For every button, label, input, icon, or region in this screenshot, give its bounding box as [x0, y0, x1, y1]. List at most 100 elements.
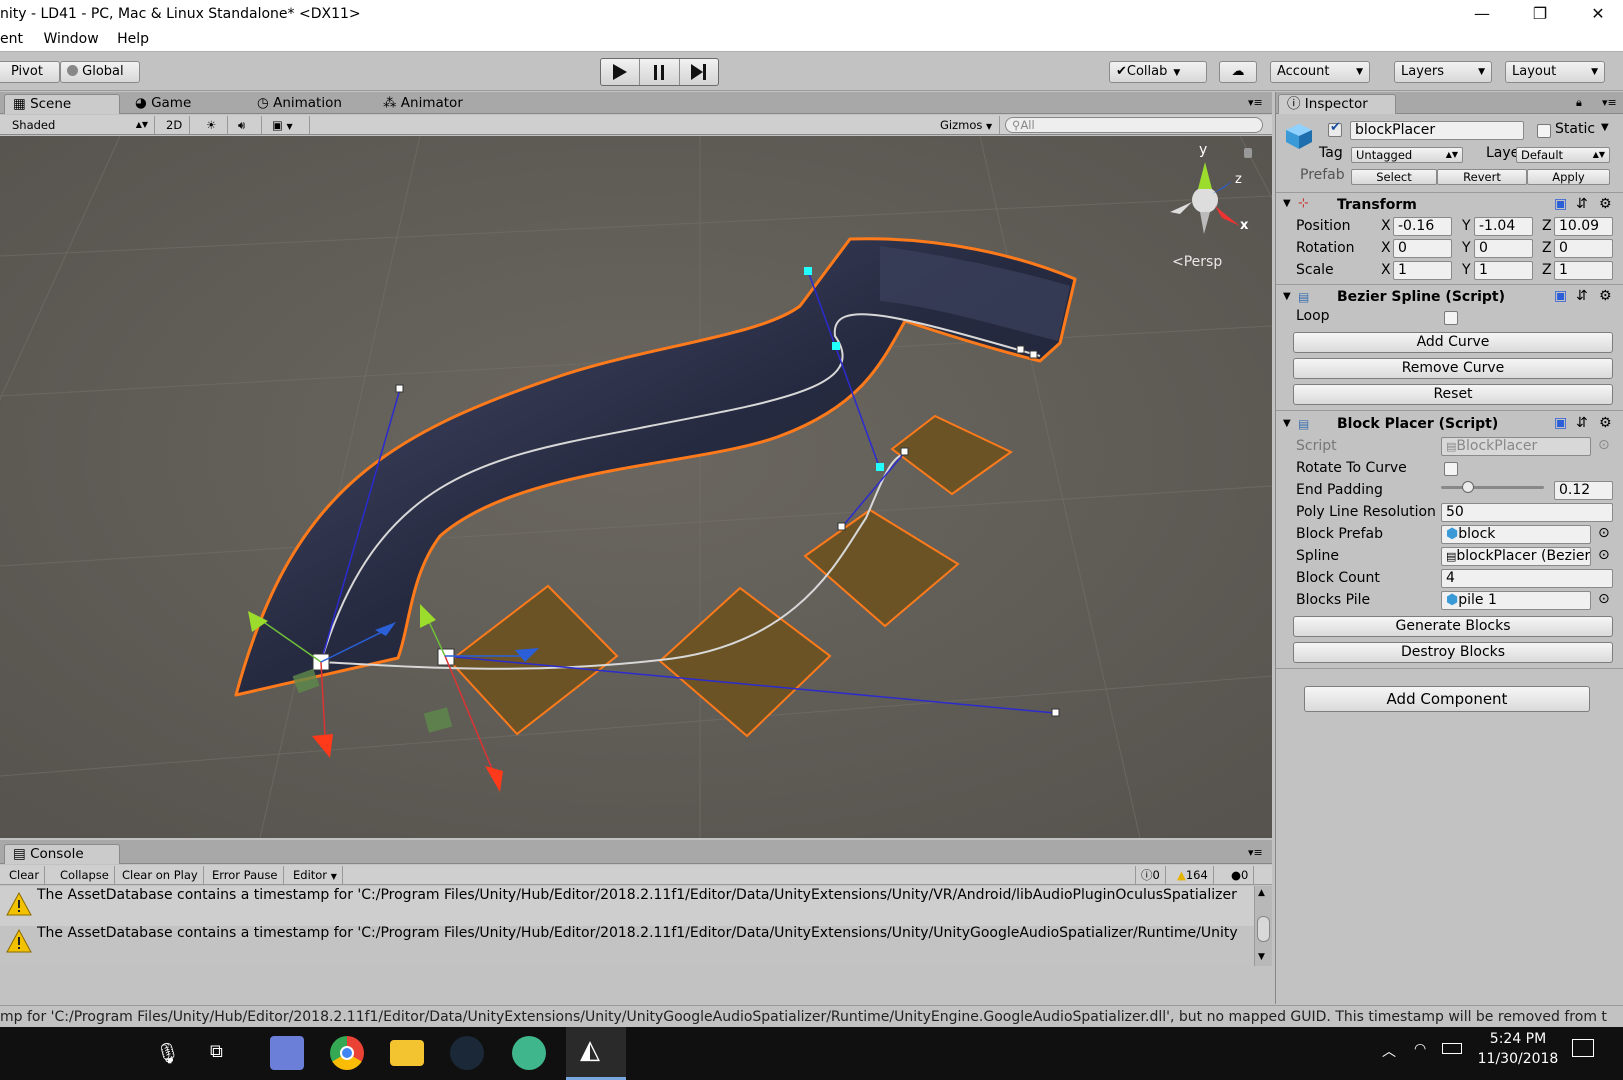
block-prefab-field[interactable]: ⬢block [1441, 525, 1591, 544]
help-icon[interactable]: ▣ [1554, 415, 1567, 431]
status-bar[interactable]: mp for 'C:/Program Files/Unity/Hub/Edito… [0, 1005, 1623, 1027]
lock-icon[interactable]: 🔒︎ [1576, 96, 1582, 110]
preset-icon[interactable]: ⇵ [1576, 196, 1588, 212]
console-scrollbar[interactable]: ▲ ▼ [1254, 886, 1272, 966]
gear-icon[interactable]: ⚙ [1599, 415, 1612, 431]
help-icon[interactable]: ▣ [1554, 196, 1567, 212]
atom-icon[interactable] [512, 1036, 546, 1070]
lock-icon[interactable] [1244, 148, 1252, 158]
static-dropdown-icon[interactable]: ▼ [1601, 122, 1609, 133]
lighting-toggle[interactable]: ☀ [200, 116, 228, 134]
clear-button[interactable]: Clear [4, 866, 46, 884]
tab-game[interactable]: ◕ Game [127, 94, 237, 114]
rotation-y-field[interactable]: 0 [1474, 239, 1533, 258]
global-button[interactable]: Global [60, 61, 140, 83]
editor-dropdown[interactable]: Editor ▼ [288, 866, 343, 884]
generate-blocks-button[interactable]: Generate Blocks [1293, 616, 1613, 637]
chrome-icon[interactable] [330, 1036, 364, 1070]
panel-menu-icon[interactable]: ▾≡ [1248, 96, 1263, 109]
add-component-button[interactable]: Add Component [1304, 686, 1590, 712]
2d-toggle[interactable]: 2D [160, 116, 190, 134]
maximize-button[interactable]: ❐ [1511, 0, 1569, 28]
scale-x-field[interactable]: 1 [1393, 261, 1452, 280]
microphone-icon[interactable]: 🎙︎ [155, 1041, 180, 1065]
gear-icon[interactable]: ⚙ [1599, 288, 1612, 304]
log-entry[interactable]: The AssetDatabase contains a timestamp f… [0, 886, 1254, 926]
tangent-point[interactable] [804, 267, 812, 275]
control-point[interactable] [900, 447, 909, 456]
prefab-select-button[interactable]: Select [1351, 169, 1437, 185]
object-picker-icon[interactable]: ⊙ [1598, 525, 1610, 541]
shading-dropdown[interactable]: Shaded ▲▼ [0, 116, 155, 134]
collab-dropdown[interactable]: ✔Collab ▼ [1109, 61, 1207, 83]
object-picker-icon[interactable]: ⊙ [1598, 547, 1610, 563]
wifi-icon[interactable]: ◠ [1414, 1041, 1426, 1057]
poly-line-resolution-field[interactable]: 50 [1441, 503, 1613, 522]
tab-scene[interactable]: ▦ Scene [4, 94, 120, 114]
end-padding-field[interactable]: 0.12 [1554, 481, 1613, 500]
help-icon[interactable]: ▣ [1554, 288, 1567, 304]
pivot-button[interactable]: Pivot [0, 61, 60, 83]
spline-field[interactable]: ▤blockPlacer (Bezier [1441, 547, 1591, 566]
end-padding-slider[interactable] [1441, 481, 1544, 493]
tag-dropdown[interactable]: Untagged ▲▼ [1351, 147, 1463, 163]
rotation-x-field[interactable]: 0 [1393, 239, 1452, 258]
minimize-button[interactable]: — [1453, 0, 1511, 28]
block-count-field[interactable]: 4 [1441, 569, 1613, 588]
close-button[interactable]: ✕ [1569, 0, 1623, 28]
tab-inspector[interactable]: ⓘ Inspector [1278, 94, 1396, 114]
notifications-icon[interactable] [1572, 1039, 1594, 1057]
control-point[interactable] [837, 522, 846, 531]
steam-icon[interactable] [450, 1036, 484, 1070]
scale-y-field[interactable]: 1 [1474, 261, 1533, 280]
layout-dropdown[interactable]: Layout ▼ [1505, 61, 1605, 83]
tab-animator[interactable]: ⁂ Animator [375, 94, 495, 114]
foldout-icon[interactable]: ▼ [1283, 198, 1291, 209]
effects-dropdown[interactable]: ▣ ▼ [266, 116, 310, 134]
error-filter[interactable]: ●0 [1226, 866, 1255, 884]
warning-filter[interactable]: ▲164 [1172, 866, 1214, 884]
file-explorer-icon[interactable] [390, 1040, 424, 1066]
battery-icon[interactable] [1442, 1043, 1462, 1054]
play-button[interactable] [601, 59, 641, 85]
blocks-pile-field[interactable]: ⬢pile 1 [1441, 591, 1591, 610]
cloud-button[interactable]: ☁ [1219, 61, 1257, 83]
gizmos-dropdown[interactable]: Gizmos ▼ [934, 116, 1000, 134]
preset-icon[interactable]: ⇵ [1576, 288, 1588, 304]
clock-time[interactable]: 5:24 PM [1476, 1031, 1560, 1047]
error-pause-toggle[interactable]: Error Pause [207, 866, 284, 884]
panel-menu-icon[interactable]: ▾≡ [1602, 96, 1617, 109]
scale-z-field[interactable]: 1 [1554, 261, 1613, 280]
layers-dropdown[interactable]: Layers ▼ [1394, 61, 1492, 83]
control-point[interactable] [395, 384, 404, 393]
clear-on-play-toggle[interactable]: Clear on Play [117, 866, 204, 884]
tab-console[interactable]: ▤ Console [4, 844, 120, 864]
tangent-point[interactable] [832, 342, 840, 350]
remove-curve-button[interactable]: Remove Curve [1293, 358, 1613, 379]
menu-help[interactable]: Help [117, 28, 149, 50]
static-checkbox[interactable] [1537, 124, 1551, 138]
account-dropdown[interactable]: Account ▼ [1270, 61, 1370, 83]
menu-component[interactable]: ent [0, 28, 23, 50]
rotation-z-field[interactable]: 0 [1554, 239, 1613, 258]
chevron-up-icon[interactable]: ︿ [1382, 1041, 1396, 1061]
position-y-field[interactable]: -1.04 [1474, 217, 1533, 236]
unity-taskbar-button[interactable]: ◭ [566, 1027, 626, 1080]
clock-date[interactable]: 11/30/2018 [1470, 1051, 1566, 1067]
info-filter[interactable]: ⓘ0 [1135, 866, 1166, 884]
scene-search-input[interactable]: ⚲All [1005, 117, 1263, 133]
preset-icon[interactable]: ⇵ [1576, 415, 1588, 431]
control-point[interactable] [1051, 708, 1060, 717]
projection-toggle[interactable]: <Persp [1172, 254, 1222, 270]
tab-animation[interactable]: ◷ Animation [249, 94, 369, 114]
menu-window[interactable]: Window [43, 28, 98, 50]
task-view-icon[interactable]: ⧉ [210, 1041, 223, 1062]
rotate-to-curve-checkbox[interactable] [1444, 462, 1458, 476]
scroll-thumb[interactable] [1257, 916, 1270, 942]
add-curve-button[interactable]: Add Curve [1293, 332, 1613, 353]
discord-icon[interactable] [270, 1036, 304, 1070]
scroll-down-icon[interactable]: ▼ [1258, 952, 1265, 962]
tangent-point[interactable] [876, 463, 884, 471]
collapse-button[interactable]: Collapse [55, 866, 115, 884]
loop-checkbox[interactable] [1444, 311, 1458, 325]
